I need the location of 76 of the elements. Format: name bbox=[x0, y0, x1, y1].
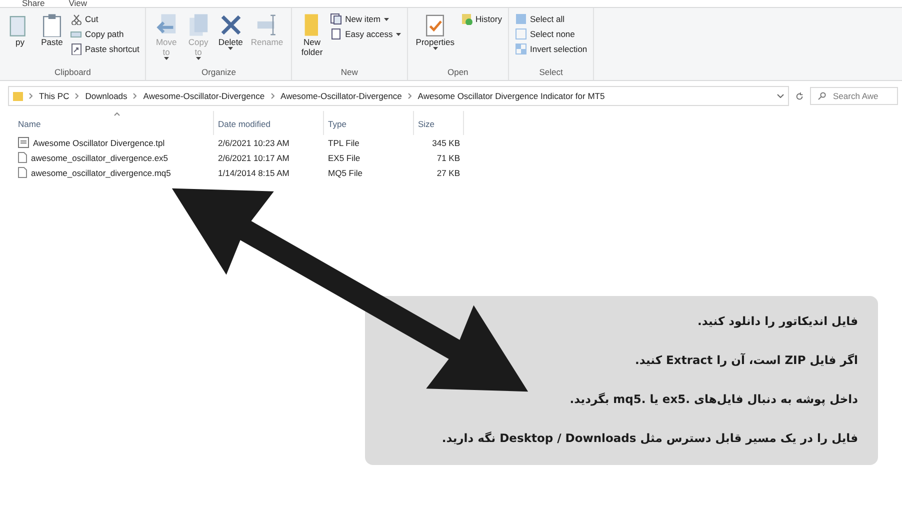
ribbon-button[interactable]: Cut bbox=[70, 13, 140, 25]
grid-icon bbox=[514, 43, 527, 55]
caret-icon bbox=[196, 57, 201, 60]
ribbon-button[interactable]: Invert selection bbox=[514, 43, 588, 55]
ribbon-button[interactable]: Properties bbox=[414, 13, 457, 67]
caret-icon bbox=[384, 18, 388, 20]
type-cell-text: MQ5 File bbox=[327, 166, 364, 180]
ribbon-button[interactable]: py bbox=[6, 13, 34, 67]
caret-icon bbox=[432, 47, 438, 50]
shortcut-icon bbox=[70, 43, 82, 55]
ribbon-button[interactable]: Copy path bbox=[70, 28, 140, 40]
breadcrumb[interactable]: Downloads bbox=[85, 91, 128, 101]
chevron-icon bbox=[29, 93, 33, 99]
caret-icon bbox=[228, 47, 234, 50]
instruction-text: اگر فایل ZIP است، آن را Extract کنید. bbox=[634, 353, 858, 368]
file-icon bbox=[18, 152, 27, 163]
search-field[interactable]: Search Awe bbox=[810, 87, 898, 105]
type-cell-text: EX5 File bbox=[327, 152, 362, 164]
group-label: Clipboard bbox=[53, 67, 92, 79]
grid-icon bbox=[514, 13, 527, 25]
size-cell-text: 345 KB bbox=[431, 136, 461, 150]
history-icon bbox=[460, 13, 473, 25]
group-label: Organize bbox=[200, 67, 237, 79]
ribbon-tab[interactable]: View bbox=[68, 0, 87, 7]
sort-up-icon bbox=[114, 112, 120, 116]
file-name[interactable]: awesome_oscillator_divergence.mq5 bbox=[14, 165, 214, 180]
ribbon-button[interactable]: Paste bbox=[38, 13, 66, 67]
refresh-icon[interactable] bbox=[795, 92, 804, 100]
ribbon-button[interactable]: New folder bbox=[298, 13, 326, 67]
caret-icon bbox=[164, 57, 169, 60]
instruction-text: فایل اندیکاتور را دانلود کنید. bbox=[696, 314, 858, 328]
ribbon-button[interactable]: Easy access bbox=[330, 28, 401, 40]
ribbon-button[interactable]: Delete bbox=[216, 13, 245, 67]
breadcrumb[interactable]: Awesome-Oscillator-Divergence bbox=[280, 91, 402, 101]
ribbon-button[interactable]: Paste shortcut bbox=[70, 43, 140, 55]
ribbon-tab[interactable]: Share bbox=[22, 0, 45, 7]
new-item-icon bbox=[330, 13, 342, 25]
ribbon-button[interactable]: New item bbox=[330, 13, 401, 25]
breadcrumb[interactable]: This PC bbox=[39, 91, 70, 101]
group-label: Open bbox=[446, 67, 470, 79]
file-name[interactable]: Awesome Oscillator Divergence.tpl bbox=[14, 135, 214, 150]
chevron-icon bbox=[75, 93, 80, 99]
column-header[interactable]: Type bbox=[324, 111, 414, 135]
group-label: Select bbox=[538, 67, 564, 79]
ribbon-button[interactable]: Select none bbox=[514, 28, 588, 40]
column-header[interactable]: Name bbox=[14, 111, 214, 135]
date-cell-text: 1/14/2014 8:15 AM bbox=[217, 166, 290, 180]
column-header[interactable]: Date modified bbox=[214, 111, 324, 135]
scissors-icon bbox=[70, 13, 82, 25]
chevron-icon bbox=[408, 93, 412, 99]
file-name[interactable]: awesome_oscillator_divergence.ex5 bbox=[14, 150, 214, 165]
size-cell-text: 27 KB bbox=[436, 166, 461, 180]
file-icon bbox=[18, 167, 27, 178]
group-label: New bbox=[340, 67, 359, 79]
column-header[interactable]: Size bbox=[414, 111, 464, 135]
instruction-text: فایل را در یک مسیر قابل دسترس مثل Desktop / Downloads نگه دارید. bbox=[440, 430, 858, 445]
date-cell-text: 2/6/2021 10:23 AM bbox=[217, 136, 290, 150]
chevron-icon bbox=[270, 93, 275, 99]
breadcrumb[interactable]: Awesome Oscillator Divergence Indicator for MT5 bbox=[418, 91, 605, 101]
chevron-down-icon[interactable] bbox=[777, 94, 784, 98]
page-icon bbox=[330, 28, 342, 40]
clipboard-icon bbox=[40, 13, 64, 37]
instruction-text: داخل پوشه به دنبال فایل‌های .ex5 یا .mq5 بگردید. bbox=[568, 392, 858, 406]
caret-icon bbox=[396, 32, 401, 36]
chevron-icon bbox=[133, 93, 138, 99]
breadcrumb[interactable]: Awesome-Oscillator-Divergence bbox=[143, 91, 265, 101]
ribbon-button[interactable]: Select all bbox=[514, 13, 588, 25]
date-cell-text: 2/6/2021 10:17 AM bbox=[217, 152, 290, 164]
size-cell-text: 71 KB bbox=[436, 152, 461, 164]
address-bar[interactable]: This PC Downloads Awesome-Oscillator-Divergence Awesome-Oscillator-Divergence Awesome Oscillator Divergence Indicator for MT5 bbox=[8, 86, 789, 106]
template-file-icon bbox=[18, 137, 29, 148]
grid-icon bbox=[514, 28, 527, 40]
ribbon-button[interactable]: History bbox=[460, 13, 502, 25]
type-cell-text: TPL File bbox=[327, 136, 360, 150]
folder-icon bbox=[13, 91, 23, 101]
x-icon bbox=[218, 13, 243, 37]
